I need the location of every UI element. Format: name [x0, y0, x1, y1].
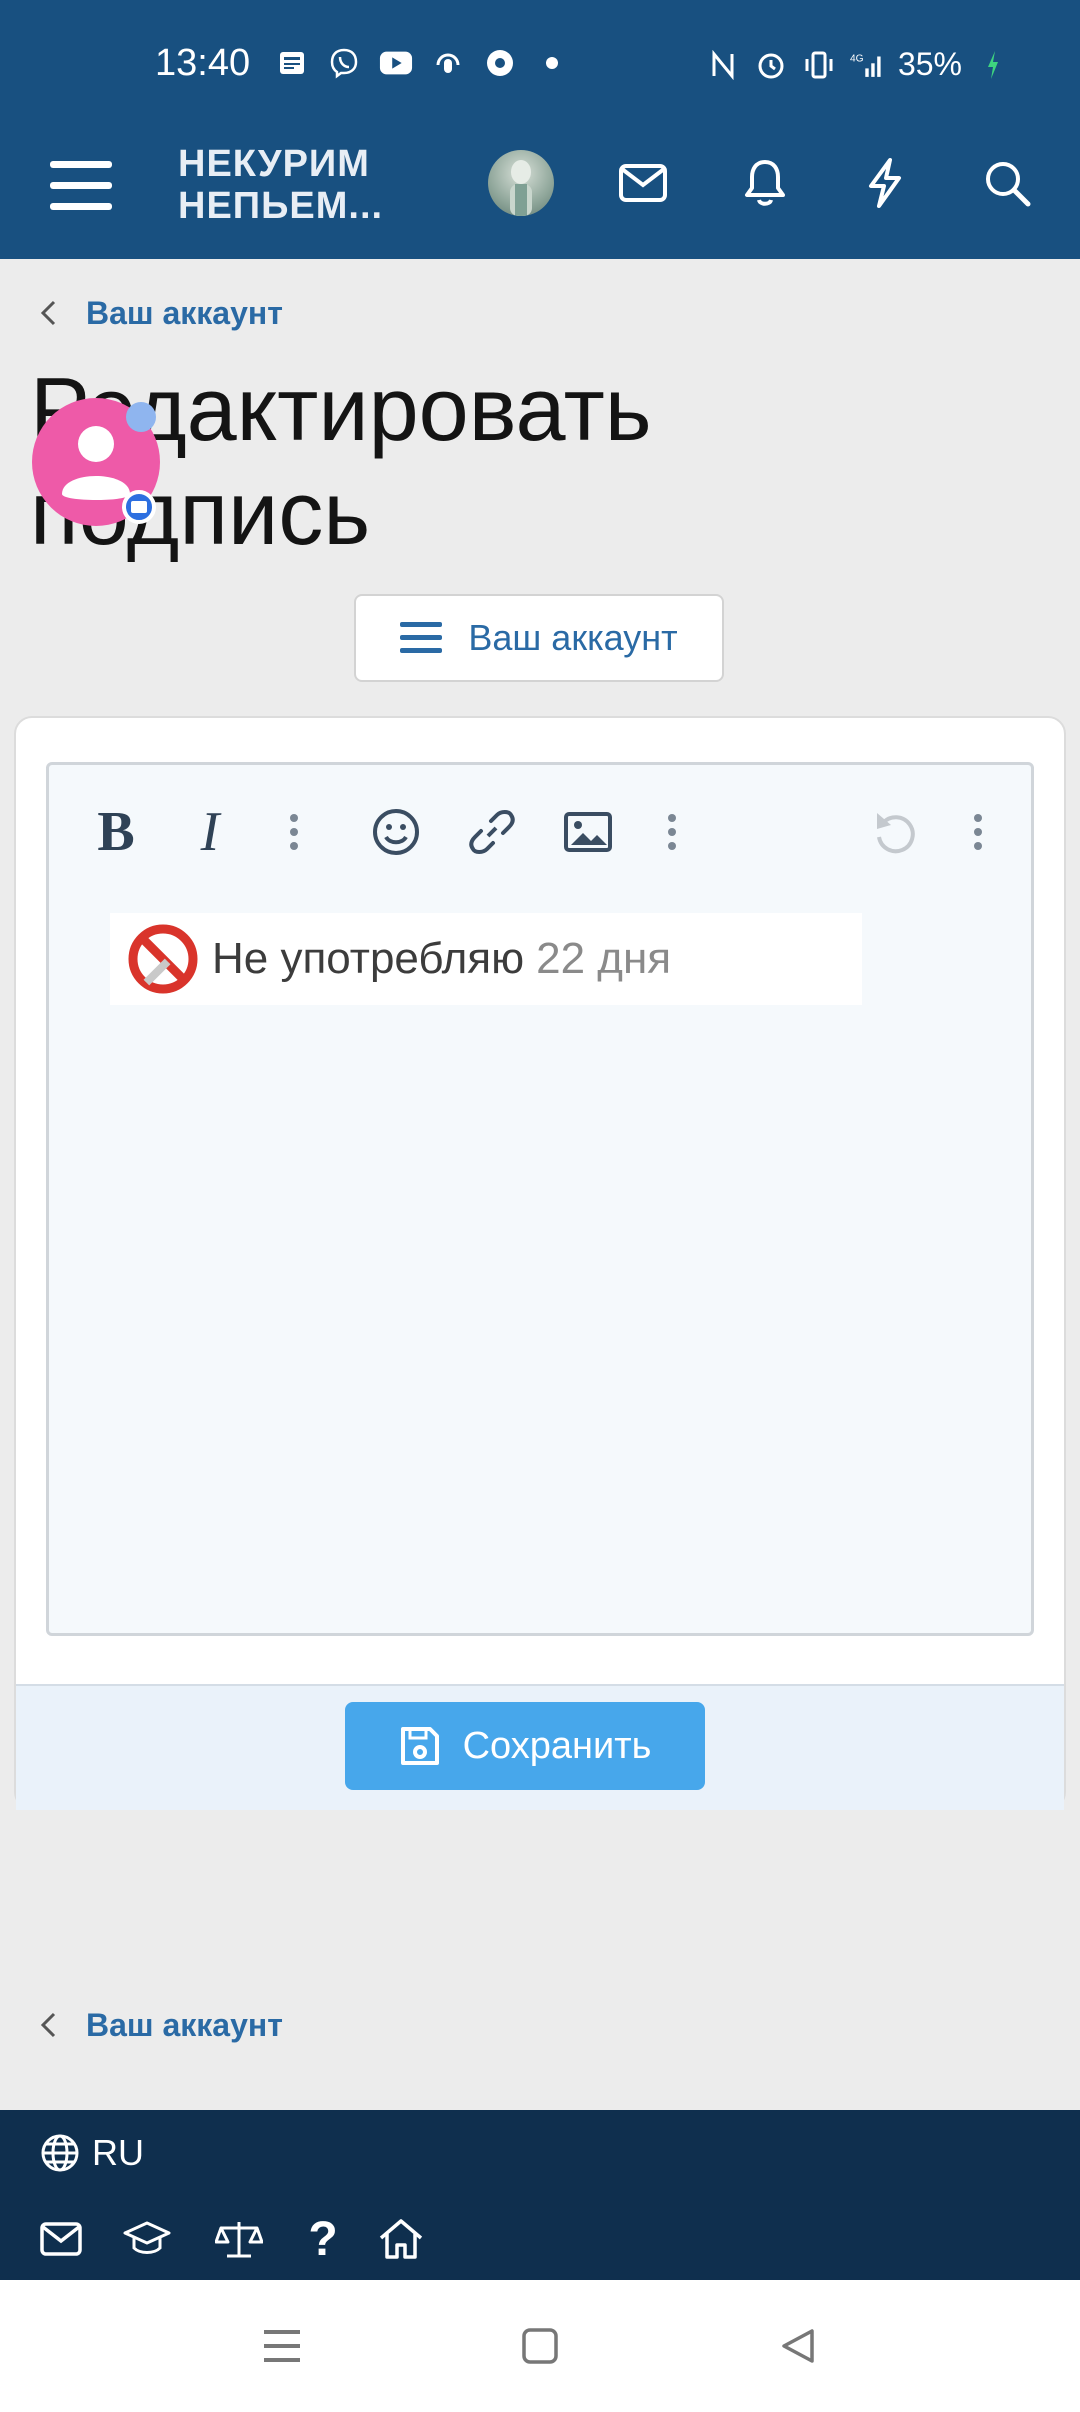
breadcrumb[interactable]: Ваш аккаунт — [36, 288, 283, 338]
signal-icon: 4G — [850, 48, 884, 82]
more-options-button[interactable] — [946, 800, 1010, 864]
question-icon[interactable]: ? — [298, 2213, 348, 2266]
smilies-button[interactable] — [364, 800, 428, 864]
more-text-options-button[interactable] — [262, 800, 326, 864]
bell-icon — [745, 160, 785, 206]
recents-button[interactable] — [254, 2318, 310, 2374]
signature-text: Не употребляю — [212, 934, 525, 983]
graduation-cap-icon — [123, 2221, 171, 2254]
battery-percent: 35% — [897, 46, 962, 82]
undo-button[interactable] — [862, 800, 926, 864]
vibrate-icon — [802, 48, 836, 82]
chevron-left-icon — [40, 2012, 56, 2038]
notification-dot — [126, 402, 156, 432]
save-icon — [400, 1727, 439, 1765]
more-vertical-icon — [668, 814, 676, 850]
back-icon — [782, 2329, 814, 2363]
inbox-button[interactable] — [610, 150, 676, 216]
mail-icon — [619, 164, 667, 202]
viber-icon — [327, 46, 361, 80]
link-icon — [469, 810, 515, 854]
account-menu-button[interactable]: Ваш аккаунт — [354, 594, 724, 682]
site-logo[interactable]: НЕКУРИМ НЕПЬЕМ... — [178, 143, 383, 227]
podcast-icon — [431, 46, 465, 80]
help-center-link[interactable] — [122, 2214, 172, 2264]
bold-button[interactable]: B — [84, 800, 148, 864]
search-icon — [986, 162, 1031, 207]
search-button[interactable] — [974, 150, 1040, 216]
contact-link[interactable] — [36, 2214, 86, 2264]
language-chooser[interactable]: RU — [40, 2132, 144, 2174]
whats-new-button[interactable] — [852, 150, 918, 216]
recents-icon — [264, 2330, 300, 2362]
user-avatar[interactable] — [488, 150, 554, 216]
smile-icon — [373, 809, 419, 855]
alerts-button[interactable] — [732, 150, 798, 216]
bottom-breadcrumb[interactable]: Ваш аккаунт — [36, 2000, 283, 2050]
youtube-icon — [379, 46, 413, 80]
breadcrumb-link[interactable]: Ваш аккаунт — [86, 295, 283, 332]
signature-editor[interactable] — [46, 762, 1034, 1636]
more-vertical-icon — [290, 814, 298, 850]
signature-banner: Не употребляю 22 дня — [110, 913, 862, 1005]
signature-days: 22 дня — [536, 934, 672, 983]
home-nav-button[interactable] — [512, 2318, 568, 2374]
menu-button[interactable] — [48, 155, 114, 215]
charging-icon — [976, 48, 1010, 82]
account-menu-label: Ваш аккаунт — [468, 617, 678, 658]
terms-link[interactable] — [214, 2214, 264, 2264]
no-smoking-icon — [128, 924, 198, 994]
home-link[interactable] — [376, 2214, 426, 2264]
italic-button[interactable]: I — [178, 800, 242, 864]
undo-icon — [877, 813, 915, 854]
globe-icon — [41, 2134, 79, 2172]
dot-icon — [535, 46, 569, 80]
scales-icon — [215, 2222, 263, 2258]
news-icon — [275, 46, 309, 80]
svg-text:4G: 4G — [850, 53, 864, 64]
insert-image-button[interactable] — [556, 800, 620, 864]
alarm-icon — [754, 48, 788, 82]
status-bar: 13:40 4G 35% — [0, 0, 1080, 137]
lightning-icon — [869, 158, 901, 208]
image-icon — [564, 812, 612, 852]
home-icon — [379, 2219, 423, 2259]
mail-icon — [40, 2222, 82, 2256]
logo-line-2: НЕПЬЕМ... — [178, 185, 384, 227]
more-vertical-icon — [974, 814, 982, 850]
status-time: 13:40 — [155, 42, 251, 84]
home-square-icon — [522, 2328, 558, 2364]
more-insert-options-button[interactable] — [640, 800, 704, 864]
hamburger-icon — [50, 161, 112, 210]
chevron-left-icon — [40, 300, 56, 326]
save-button[interactable]: Сохранить — [345, 1702, 705, 1790]
save-button-label: Сохранить — [462, 1724, 652, 1767]
language-label: RU — [92, 2132, 144, 2173]
message-badge-icon — [122, 490, 156, 524]
bottom-breadcrumb-link[interactable]: Ваш аккаунт — [86, 2007, 283, 2044]
chrome-icon — [483, 46, 517, 80]
insert-link-button[interactable] — [460, 800, 524, 864]
logo-line-1: НЕКУРИМ — [178, 143, 370, 185]
hamburger-icon — [400, 622, 443, 653]
nfc-icon — [706, 48, 740, 82]
back-nav-button[interactable] — [770, 2318, 826, 2374]
